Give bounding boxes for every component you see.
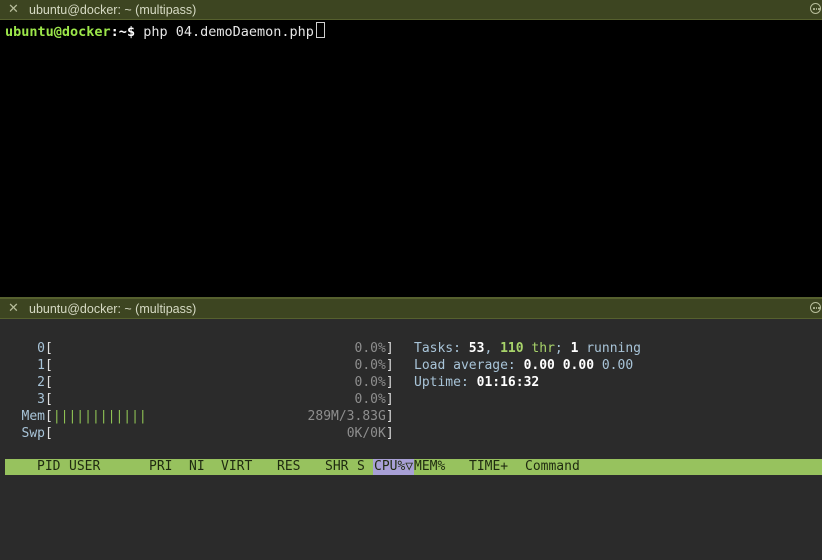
load-average-line: Load average: 0.00 0.00 0.00 bbox=[414, 358, 634, 373]
cpu-meter-0: 0[0.0%] bbox=[37, 341, 394, 356]
col-res[interactable]: RES bbox=[277, 459, 300, 475]
command-text: php 04.demoDaemon.php bbox=[135, 24, 314, 40]
cursor bbox=[315, 22, 325, 38]
uptime-line: Uptime: 01:16:32 bbox=[414, 375, 540, 390]
col-ni[interactable]: NI bbox=[189, 459, 205, 475]
cpu-meter-3: 3[0.0%] bbox=[37, 392, 394, 407]
col-mem[interactable]: MEM% bbox=[414, 459, 445, 475]
mem-meter: Mem[|||||||||||| 289M/3.83G] bbox=[21, 409, 394, 424]
top-terminal[interactable]: ubuntu@docker:~$ php 04.demoDaemon.php bbox=[0, 20, 822, 297]
bottom-pane-title: ubuntu@docker: ~ (multipass) bbox=[29, 302, 197, 316]
col-pri[interactable]: PRI bbox=[149, 459, 172, 475]
prompt-symbol: $ bbox=[126, 24, 136, 40]
col-command[interactable]: Command bbox=[525, 459, 580, 475]
pane-menu-icon[interactable] bbox=[810, 302, 821, 313]
col-cpu-sorted[interactable]: CPU%▽ bbox=[373, 459, 415, 475]
close-pane-icon[interactable]: ✕ bbox=[8, 2, 19, 18]
swap-meter: Swp[0K/0K] bbox=[21, 426, 394, 441]
top-pane-titlebar[interactable]: ✕ ubuntu@docker: ~ (multipass) bbox=[0, 0, 822, 20]
prompt-user: ubuntu@docker bbox=[5, 24, 111, 40]
bottom-pane-titlebar[interactable]: ✕ ubuntu@docker: ~ (multipass) bbox=[0, 299, 822, 319]
col-time[interactable]: TIME+ bbox=[469, 459, 508, 475]
col-virt[interactable]: VIRT bbox=[221, 459, 252, 475]
htop-terminal[interactable]: 0[0.0%] 1[0.0%] 2[0.0%] 3[0.0%] Mem[||||… bbox=[0, 320, 822, 560]
process-table-header: PID USER PRI NI VIRT RES SHR S CPU%▽ MEM… bbox=[5, 459, 822, 475]
pane-menu-icon[interactable] bbox=[810, 3, 821, 14]
col-shr[interactable]: SHR bbox=[325, 459, 348, 475]
top-pane-title: ubuntu@docker: ~ (multipass) bbox=[29, 3, 197, 17]
close-pane-icon[interactable]: ✕ bbox=[8, 301, 19, 317]
tasks-line: Tasks: 53, 110 thr; 1 running bbox=[414, 341, 642, 356]
col-state[interactable]: S bbox=[357, 459, 365, 475]
mem-usage-bars: |||||||||||| bbox=[52, 409, 147, 424]
col-user[interactable]: USER bbox=[69, 459, 100, 475]
command-line: ubuntu@docker:~$ php 04.demoDaemon.php bbox=[5, 22, 325, 41]
prompt-path: :~ bbox=[110, 24, 127, 40]
cpu-meter-2: 2[0.0%] bbox=[37, 375, 394, 390]
col-pid[interactable]: PID bbox=[37, 459, 60, 475]
cpu-meter-1: 1[0.0%] bbox=[37, 358, 394, 373]
